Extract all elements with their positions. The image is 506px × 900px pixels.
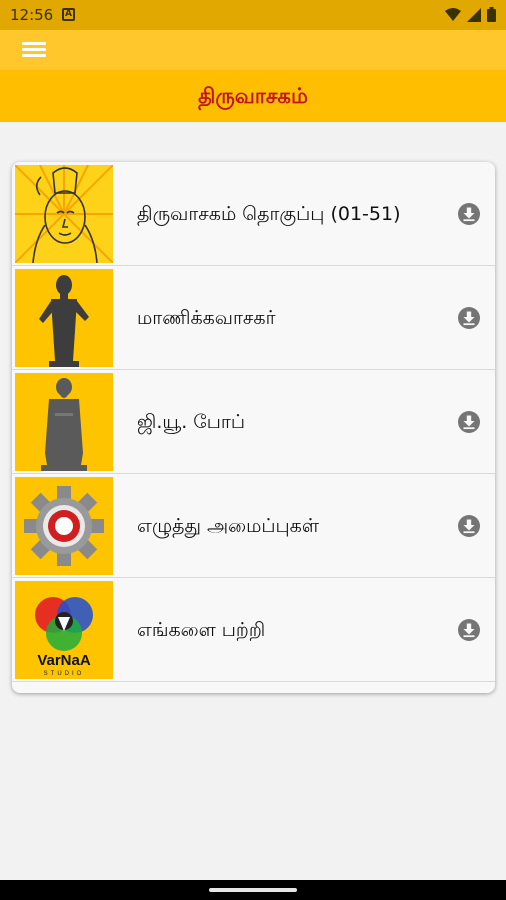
system-nav-bar <box>0 880 506 900</box>
shiva-image <box>15 165 113 263</box>
notification-icon: A <box>62 8 75 21</box>
home-gesture-handle[interactable] <box>209 888 297 892</box>
app-bar <box>0 30 506 70</box>
settings-gear-image <box>15 477 113 575</box>
item-label: திருவாசகம் தொகுப்பு (01-51) <box>137 203 401 225</box>
item-label: ஜி.யூ. போப் <box>137 411 245 433</box>
download-icon[interactable] <box>458 515 480 537</box>
list-item-thiruvasagam-collection[interactable]: திருவாசகம் தொகுப்பு (01-51) <box>12 162 495 266</box>
download-icon[interactable] <box>458 307 480 329</box>
varnaa-logo: VarNaA STUDIO <box>15 581 113 679</box>
logo-subtitle-text: STUDIO <box>44 671 85 677</box>
status-icons <box>445 7 496 22</box>
wifi-icon <box>445 7 461 21</box>
menu-card: திருவாசகம் தொகுப்பு (01-51) மாணிக்கவாசகர… <box>12 162 495 693</box>
list-item-about-us[interactable]: VarNaA STUDIO எங்களை பற்றி <box>12 578 495 682</box>
list-item-gu-pope[interactable]: ஜி.யூ. போப் <box>12 370 495 474</box>
item-label: மாணிக்கவாசகர் <box>137 307 276 329</box>
list-item-font-settings[interactable]: எழுத்து அமைப்புகள் <box>12 474 495 578</box>
download-icon[interactable] <box>458 619 480 641</box>
status-bar: 12:56 A <box>0 0 506 30</box>
item-label: எழுத்து அமைப்புகள் <box>137 515 319 537</box>
item-label: எங்களை பற்றி <box>137 619 266 641</box>
hamburger-menu-icon[interactable] <box>22 42 46 60</box>
status-time: 12:56 <box>10 6 54 24</box>
list-item-manikkavasagar[interactable]: மாணிக்கவாசகர் <box>12 266 495 370</box>
gu-pope-statue-image <box>15 373 113 471</box>
battery-icon <box>487 7 496 22</box>
manikkavasagar-statue-image <box>15 269 113 367</box>
cell-signal-icon <box>467 7 481 22</box>
title-bar: திருவாசகம் <box>0 70 506 122</box>
download-icon[interactable] <box>458 203 480 225</box>
download-icon[interactable] <box>458 411 480 433</box>
logo-brand-text: VarNaA <box>37 652 91 669</box>
page-title: திருவாசகம் <box>198 84 308 108</box>
